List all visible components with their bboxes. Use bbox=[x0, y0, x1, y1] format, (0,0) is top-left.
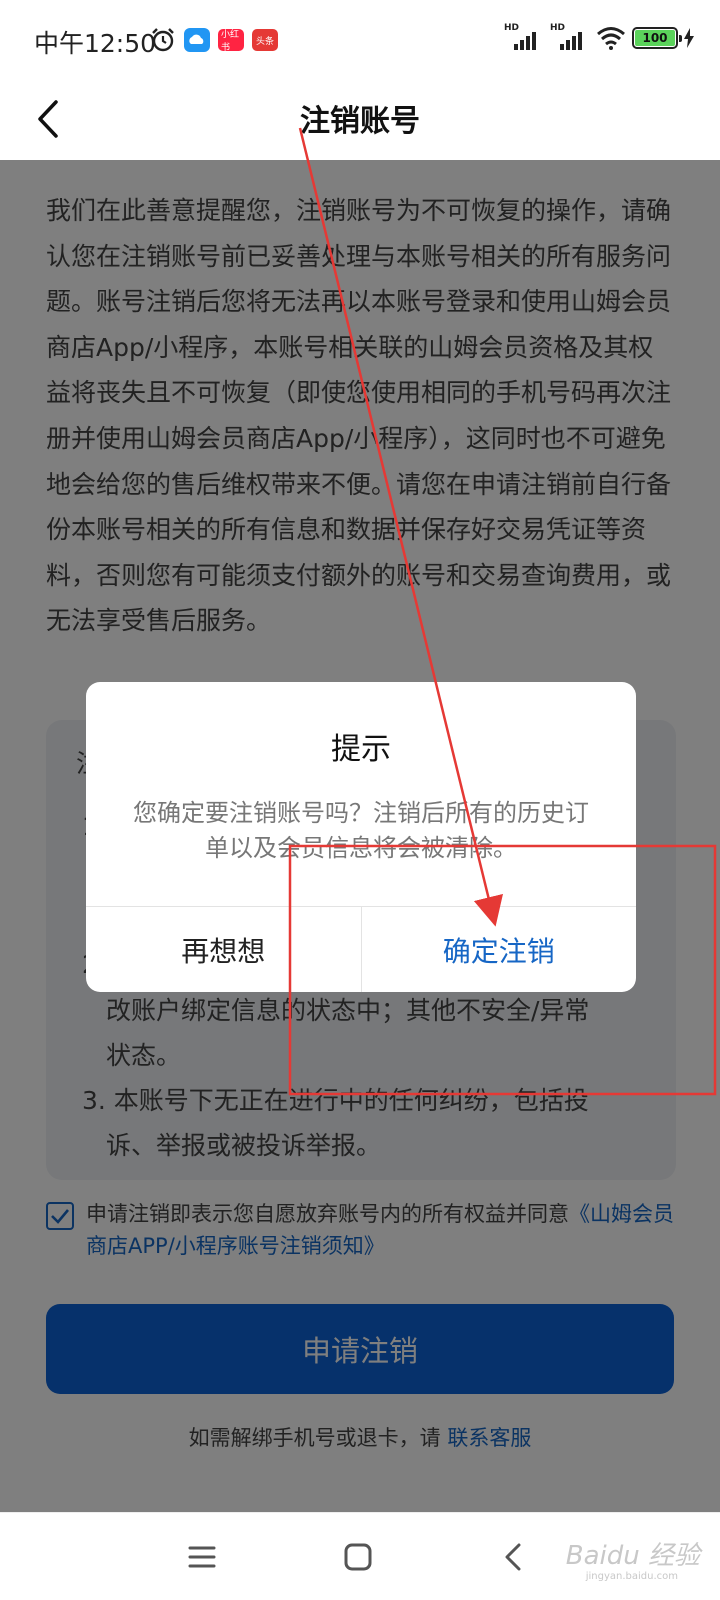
toutiao-app-icon: 头条 bbox=[252, 29, 278, 51]
status-system-icons: HD HD 100 bbox=[504, 23, 694, 50]
baidu-watermark-url: jingyan.baidu.com bbox=[585, 1571, 678, 1582]
charging-icon bbox=[684, 28, 694, 48]
confirm-cancel-account-button[interactable]: 确定注销 bbox=[362, 907, 637, 992]
nav-bar: 注销账号 bbox=[0, 80, 720, 160]
menu-icon[interactable] bbox=[182, 1537, 222, 1577]
cancel-button[interactable]: 再想想 bbox=[86, 907, 362, 992]
status-notification-icons: 小红书 头条 bbox=[150, 27, 278, 53]
wifi-icon bbox=[597, 27, 625, 50]
cloud-app-icon bbox=[184, 28, 210, 52]
system-nav-bar: Baidu 经验 jingyan.baidu.com bbox=[0, 1512, 720, 1600]
baidu-watermark-logo: Baidu 经验 bbox=[565, 1541, 700, 1571]
dialog-title: 提示 bbox=[331, 732, 391, 767]
page-title: 注销账号 bbox=[300, 104, 420, 139]
status-time: 中午12:50 bbox=[34, 29, 157, 58]
battery-icon: 100 bbox=[632, 27, 682, 49]
xiaohongshu-app-icon: 小红书 bbox=[218, 29, 244, 53]
signal-icon: HD bbox=[550, 23, 590, 50]
home-icon[interactable] bbox=[338, 1537, 378, 1577]
alarm-icon bbox=[152, 28, 174, 52]
battery-level: 100 bbox=[635, 30, 675, 46]
dialog-actions: 再想想 确定注销 bbox=[86, 906, 636, 992]
confirm-dialog: 提示 您确定要注销账号吗？注销后所有的历史订单以及会员信息将会被清除。 再想想 … bbox=[86, 682, 636, 992]
status-bar: 中午12:50 小红书 头条 HD HD 100 bbox=[0, 0, 720, 80]
back-icon[interactable] bbox=[494, 1537, 534, 1577]
dialog-message: 您确定要注销账号吗？注销后所有的历史订单以及会员信息将会被清除。 bbox=[133, 799, 589, 862]
signal-icon: HD bbox=[504, 23, 544, 50]
